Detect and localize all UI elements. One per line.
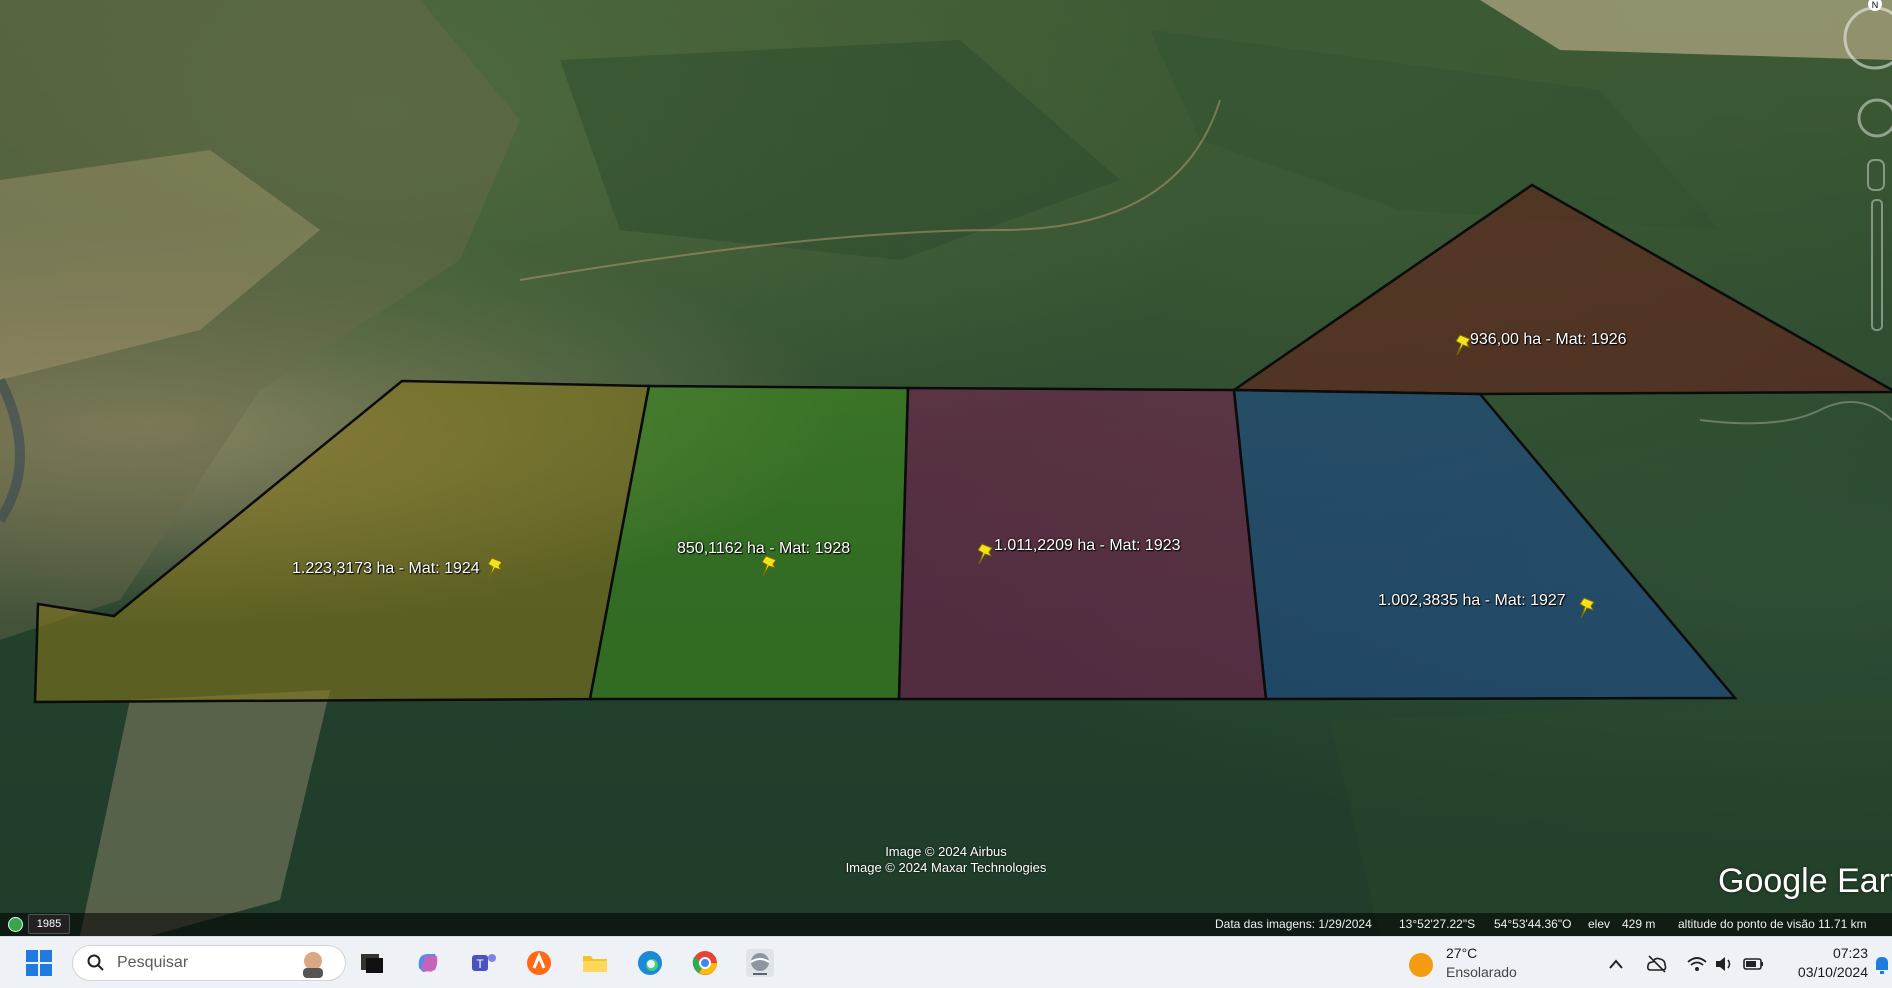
map-view[interactable]: 1.223,3173 ha - Mat: 1924 850,1162 ha - … bbox=[0, 0, 1892, 936]
parcel-polygon-mat-1924[interactable] bbox=[33, 379, 651, 704]
google-earth-taskbar-icon[interactable] bbox=[745, 948, 775, 978]
chevron-up-icon[interactable] bbox=[1608, 958, 1624, 970]
parcel-label-mat-1927[interactable]: 1.002,3835 ha - Mat: 1927 bbox=[1378, 592, 1566, 610]
eye-altitude: altitude do ponto de visão 11.71 km bbox=[1678, 917, 1867, 931]
imagery-date: Data das imagens: 1/29/2024 bbox=[1215, 917, 1372, 931]
search-icon bbox=[87, 954, 104, 971]
weather-sun-icon[interactable] bbox=[1408, 952, 1434, 978]
parcel-label-mat-1923[interactable]: 1.011,2209 ha - Mat: 1923 bbox=[994, 537, 1181, 555]
compass-ring-icon[interactable] bbox=[1843, 6, 1892, 70]
svg-text:T: T bbox=[476, 957, 484, 971]
tilt-control-icon[interactable] bbox=[1857, 98, 1892, 138]
parcel-polygon-mat-1927[interactable] bbox=[1232, 388, 1738, 701]
parcels-layer bbox=[33, 183, 1892, 704]
historical-year-badge[interactable]: 1985 bbox=[28, 914, 70, 934]
clock-date[interactable]: 03/10/2024 bbox=[1778, 964, 1868, 980]
copilot-icon[interactable] bbox=[413, 948, 443, 978]
task-view-icon[interactable] bbox=[357, 948, 387, 978]
edge-icon[interactable] bbox=[635, 948, 665, 978]
placemark-pin-icon[interactable] bbox=[486, 556, 506, 580]
avast-icon[interactable] bbox=[524, 948, 554, 978]
weather-condition[interactable]: Ensolarado bbox=[1446, 964, 1517, 980]
teams-icon[interactable]: T bbox=[469, 948, 499, 978]
file-explorer-icon[interactable] bbox=[580, 948, 610, 978]
navigation-controls[interactable]: N bbox=[1830, 0, 1892, 340]
elevation-value: 429 m bbox=[1622, 917, 1656, 931]
parcel-label-mat-1924[interactable]: 1.223,3173 ha - Mat: 1924 bbox=[292, 560, 480, 578]
imagery-credit-maxar: Image © 2024 Maxar Technologies bbox=[845, 860, 1047, 875]
wifi-icon[interactable] bbox=[1686, 954, 1708, 974]
search-placeholder: Pesquisar bbox=[117, 954, 189, 971]
elevation-label: elev bbox=[1588, 917, 1611, 931]
latitude-readout: 13°52'27.22"S bbox=[1399, 917, 1476, 931]
parcel-label-mat-1926[interactable]: 936,00 ha - Mat: 1926 bbox=[1470, 331, 1627, 349]
cloud-sync-icon[interactable] bbox=[1646, 954, 1668, 974]
parcel-polygon-mat-1926[interactable] bbox=[1230, 183, 1892, 396]
volume-icon[interactable] bbox=[1714, 954, 1736, 974]
clock-time[interactable]: 07:23 bbox=[1788, 945, 1868, 961]
zoom-slider[interactable] bbox=[1871, 199, 1883, 331]
placemark-pin-icon[interactable] bbox=[976, 542, 996, 566]
status-bar: Data das imagens: 1/29/2024 13°52'27.22"… bbox=[0, 913, 1892, 936]
historical-imagery-icon[interactable] bbox=[8, 917, 23, 932]
chrome-icon[interactable] bbox=[690, 948, 720, 978]
battery-icon[interactable] bbox=[1742, 954, 1766, 974]
weather-temperature[interactable]: 27°C bbox=[1446, 945, 1477, 961]
longitude-readout: 54°53'44.36"O bbox=[1494, 917, 1572, 931]
imagery-credit-airbus: Image © 2024 Airbus bbox=[885, 844, 1007, 859]
windows-start-icon[interactable] bbox=[24, 948, 54, 978]
search-highlight-avatar-icon bbox=[303, 952, 323, 978]
street-view-pegman-icon[interactable] bbox=[1867, 159, 1885, 191]
taskbar-search-box[interactable]: Pesquisar bbox=[72, 945, 346, 981]
placemark-pin-icon[interactable] bbox=[760, 554, 780, 578]
compass-north-letter: N bbox=[1872, 0, 1879, 10]
google-earth-logo: Google Eart bbox=[1718, 862, 1892, 900]
notification-bell-icon[interactable] bbox=[1872, 954, 1892, 976]
placemark-pin-icon[interactable] bbox=[1578, 596, 1598, 620]
placemark-pin-icon[interactable] bbox=[1454, 333, 1474, 357]
